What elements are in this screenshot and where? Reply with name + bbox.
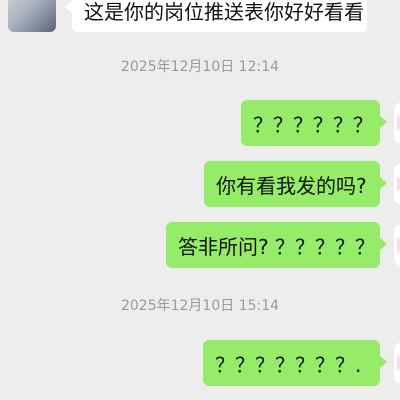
outgoing-message-bubble[interactable]: ？？？？？？ bbox=[241, 100, 387, 146]
self-avatar[interactable] bbox=[394, 225, 400, 265]
message-timestamp: 2025年12月10日 12:14 bbox=[120, 59, 280, 75]
message-timestamp: 2025年12月10日 15:14 bbox=[120, 298, 280, 314]
incoming-message-bubble[interactable]: 这是你的岗位推送表你好好看看 bbox=[65, 0, 367, 32]
outgoing-message-bubble[interactable]: 你有看我发的吗? bbox=[204, 161, 387, 207]
self-avatar[interactable] bbox=[394, 343, 400, 383]
message-text: 你有看我发的吗? bbox=[216, 173, 367, 198]
outgoing-message-bubble[interactable]: ？？？？？？？. bbox=[203, 340, 387, 386]
self-avatar[interactable] bbox=[394, 103, 400, 143]
message-text: ？？？？？？ bbox=[253, 112, 373, 137]
self-avatar[interactable] bbox=[394, 164, 400, 204]
message-text: 答非所问? ？？？？？ bbox=[178, 234, 375, 259]
outgoing-message-bubble[interactable]: 答非所问? ？？？？？ bbox=[166, 222, 387, 268]
contact-avatar[interactable] bbox=[8, 0, 56, 32]
message-text: ？？？？？？？. bbox=[215, 352, 362, 377]
chat-window: 这是你的岗位推送表你好好看看 2025年12月10日 12:14 ？？？？？？ … bbox=[0, 0, 400, 400]
message-text: 这是你的岗位推送表你好好看看 bbox=[84, 0, 364, 24]
